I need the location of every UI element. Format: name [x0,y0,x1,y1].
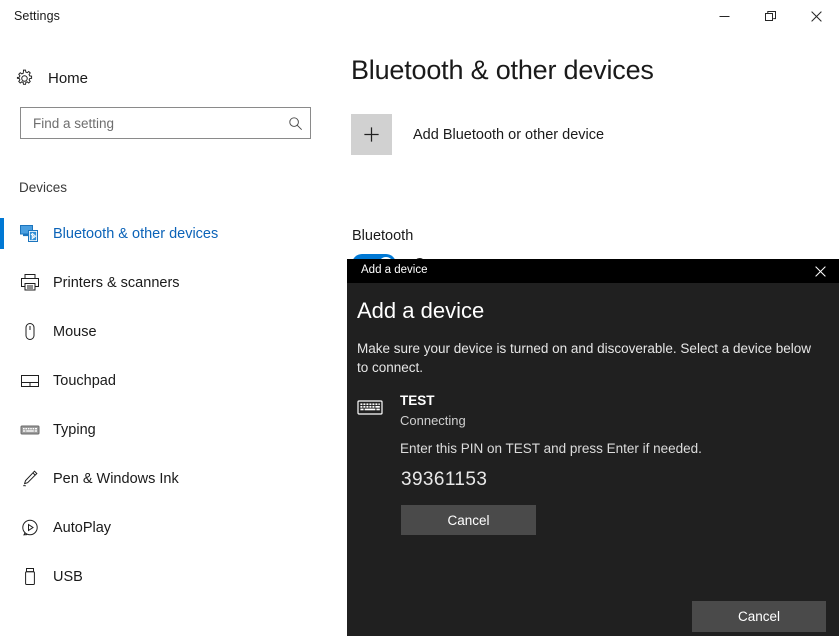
sidebar-item-touchpad[interactable]: Touchpad [0,356,347,405]
sidebar-item-usb[interactable]: USB [0,552,347,601]
dialog-close-button[interactable] [801,259,839,283]
sidebar: Home Devices [0,42,347,636]
dialog-heading: Add a device [357,298,485,323]
bluetooth-section-label: Bluetooth [352,228,414,244]
sidebar-item-label: Printers & scanners [53,274,180,291]
window-title: Settings [14,9,60,23]
touchpad-icon [20,371,53,390]
add-device-label: Add Bluetooth or other device [413,126,605,143]
sidebar-nav-list: Bluetooth & other devices Printers & sca… [0,209,347,601]
device-cancel-button[interactable]: Cancel [401,505,536,535]
sidebar-item-bluetooth-other-devices[interactable]: Bluetooth & other devices [0,209,347,258]
sidebar-home-label: Home [48,69,89,87]
restore-button[interactable] [747,0,793,32]
device-status: Connecting [400,413,466,428]
keyboard-icon [20,420,53,439]
search-icon[interactable] [280,116,310,131]
sidebar-item-typing[interactable]: Typing [0,405,347,454]
sidebar-item-label: Touchpad [53,372,116,389]
sidebar-item-label: Bluetooth & other devices [53,225,219,242]
sidebar-item-printers-scanners[interactable]: Printers & scanners [0,258,347,307]
close-button[interactable] [793,0,839,32]
dialog-subtitle: Make sure your device is turned on and d… [357,341,812,375]
keyboard-icon [357,397,383,417]
sidebar-group-label: Devices [19,180,68,195]
add-bluetooth-device-button[interactable]: Add Bluetooth or other device [351,114,604,155]
pin-instruction: Enter this PIN on TEST and press Enter i… [400,441,702,456]
plus-icon [351,114,392,155]
pin-code: 39361153 [401,469,488,490]
device-name: TEST [400,393,435,408]
window-controls [701,0,839,32]
sidebar-item-label: Mouse [53,323,97,340]
sidebar-item-label: USB [53,568,83,585]
settings-window: Settings Home Find a setting Devices Blu… [0,0,839,636]
search-box[interactable] [20,107,311,139]
selection-accent-bar [0,218,4,249]
printer-icon [20,273,53,292]
autoplay-icon [20,518,53,537]
gear-icon [0,69,48,88]
sidebar-item-label: Typing [53,421,96,438]
sidebar-item-autoplay[interactable]: AutoPlay [0,503,347,552]
minimize-button[interactable] [701,0,747,32]
sidebar-item-label: Pen & Windows Ink [53,470,179,487]
usb-icon [20,567,53,586]
window-titlebar: Settings [0,0,839,42]
sidebar-item-label: AutoPlay [53,519,112,536]
search-input[interactable] [21,115,280,131]
mouse-icon [20,322,53,341]
bluetooth-devices-icon [20,224,53,243]
add-a-device-dialog: Add a device Add a device Make sure your… [347,259,839,636]
dialog-cancel-button[interactable]: Cancel [692,601,826,632]
page-title: Bluetooth & other devices [351,55,654,85]
sidebar-item-pen-windows-ink[interactable]: Pen & Windows Ink [0,454,347,503]
pen-icon [20,469,53,488]
sidebar-item-mouse[interactable]: Mouse [0,307,347,356]
dialog-titlebar-title: Add a device [361,264,428,276]
dialog-titlebar: Add a device [347,259,839,283]
sidebar-item-home[interactable]: Home [0,59,347,97]
